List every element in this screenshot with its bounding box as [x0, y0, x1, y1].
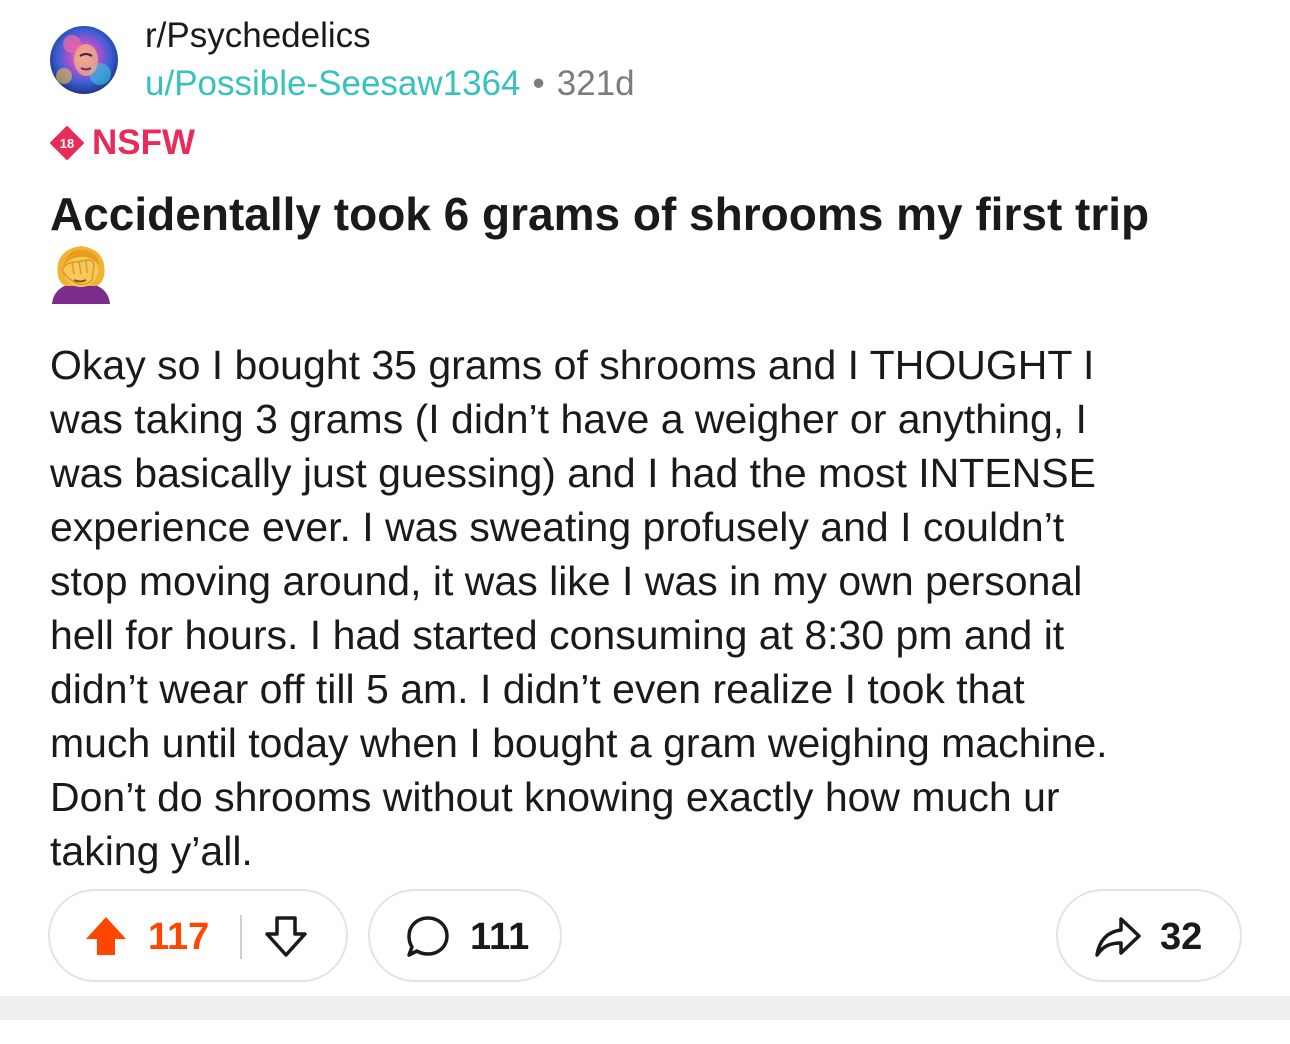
post-title[interactable]: Accidentally took 6 grams of shrooms my …	[50, 186, 1270, 242]
author-username[interactable]: u/Possible-Seesaw1364	[145, 64, 521, 103]
post-meta: u/Possible-Seesaw1364 • 321d	[145, 64, 635, 104]
vote-control: 117	[48, 889, 348, 982]
post-body-line: didn’t wear off till 5 am. I didn’t even…	[50, 666, 1025, 712]
vote-divider	[240, 915, 242, 959]
share-count: 32	[1160, 916, 1203, 958]
subreddit-name[interactable]: r/Psychedelics	[145, 16, 371, 56]
post-body-line: was taking 3 grams (I didn’t have a weig…	[50, 396, 1087, 442]
nsfw-label: NSFW	[92, 123, 196, 162]
post-body-line: was basically just guessing) and I had t…	[50, 450, 1096, 496]
downvote-arrow-icon[interactable]	[264, 915, 308, 957]
nsfw-18-badge-icon: 18	[50, 126, 84, 160]
speech-bubble-icon	[407, 916, 449, 957]
comment-count: 111	[470, 916, 530, 958]
comments-button[interactable]: 111	[368, 889, 562, 982]
post-body: Okay so I bought 35 grams of shrooms and…	[50, 338, 1260, 878]
reddit-post: r/Psychedelics u/Possible-Seesaw1364 • 321…	[0, 0, 1290, 1044]
post-body-line: Don’t do shrooms without knowing exactly…	[50, 774, 1060, 820]
post-body-line: experience ever. I was sweating profusel…	[50, 504, 1065, 550]
post-body-line: stop moving around, it was like I was in…	[50, 558, 1083, 604]
meta-separator: •	[532, 64, 545, 103]
post-body-line: much until today when I bought a gram we…	[50, 720, 1108, 766]
psychedelic-face-avatar-icon	[50, 26, 118, 94]
post-body-line: Okay so I bought 35 grams of shrooms and…	[50, 342, 1095, 388]
share-arrow-icon	[1095, 917, 1141, 957]
nsfw-badge-number: 18	[60, 136, 74, 151]
nsfw-tag: 18 NSFW	[50, 123, 195, 163]
woman-facepalming-emoji-icon	[52, 246, 110, 304]
section-divider	[0, 996, 1290, 1020]
upvote-arrow-icon[interactable]	[84, 915, 128, 957]
post-body-line: hell for hours. I had started consuming …	[50, 612, 1065, 658]
upvote-count: 117	[148, 916, 210, 958]
share-button[interactable]: 32	[1056, 889, 1242, 982]
post-age: 321d	[556, 64, 635, 103]
post-body-line: taking y’all.	[50, 828, 253, 874]
subreddit-avatar[interactable]	[50, 26, 118, 94]
